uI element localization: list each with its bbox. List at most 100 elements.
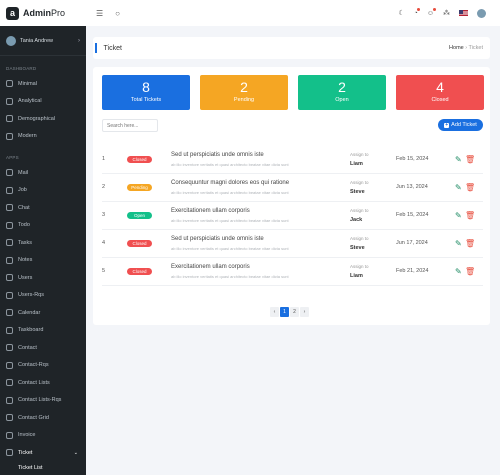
table-row[interactable]: 2 Pending Consequuntur magni dolores eos q…: [102, 174, 483, 202]
assignee-name: Liam: [350, 161, 363, 167]
table-row[interactable]: 5 Closed Exercitationem ullam corporis ab i…: [102, 258, 483, 286]
ticket-date: Feb 15, 2024: [396, 156, 429, 162]
edit-icon[interactable]: ✎: [455, 183, 462, 192]
status-badge: Pending: [127, 184, 152, 191]
sidebar-item-analytical[interactable]: Analytical: [0, 93, 86, 111]
nav-item-icon: [6, 414, 13, 422]
sidebar-item-users[interactable]: Users: [0, 269, 86, 287]
assignee-name: Liam: [350, 273, 363, 279]
sidebar-item-label: Job: [18, 187, 27, 194]
sidebar-item-minimal[interactable]: Minimal: [0, 75, 86, 93]
topbar-avatar[interactable]: [477, 8, 486, 18]
edit-icon[interactable]: ✎: [455, 211, 462, 220]
nav-item-icon: [6, 344, 13, 352]
ticket-description: ab illo inventore veritatis et quasi arc…: [171, 274, 289, 279]
sidebar-item-notes[interactable]: Notes: [0, 252, 86, 270]
message-icon[interactable]: ☺: [427, 7, 436, 17]
stat-open[interactable]: 2 Open: [298, 75, 386, 110]
pagination-prev[interactable]: ‹: [270, 307, 279, 317]
assign-label: Assign to: [350, 264, 369, 269]
notification-icon[interactable]: ◔: [414, 7, 420, 17]
sidebar-item-taskboard[interactable]: Taskboard: [0, 322, 86, 340]
ticket-subject: Exercitationem ullam corporis: [171, 264, 250, 270]
avatar: [6, 35, 16, 46]
sidebar-item-contact-rqs[interactable]: Contact-Rqs: [0, 357, 86, 375]
sidebar-item-chat[interactable]: Chat: [0, 199, 86, 217]
sidebar: a AdminPro Tania Andrew › DASHBOARD Mini…: [0, 0, 86, 475]
nav-item-icon: [6, 256, 13, 264]
nav-item-icon: [6, 97, 13, 105]
pagination-next[interactable]: ›: [300, 307, 309, 317]
sidebar-item-calendar[interactable]: Calendar: [0, 304, 86, 322]
delete-icon[interactable]: 🗑: [465, 155, 475, 164]
sidebar-item-label: Contact Grid: [18, 414, 49, 421]
moon-icon[interactable]: ☾: [398, 9, 404, 17]
ticket-date: Jun 17, 2024: [396, 240, 428, 246]
sidebar-item-users-rqs[interactable]: Users-Rqs: [0, 287, 86, 305]
delete-icon[interactable]: 🗑: [465, 183, 475, 192]
stat-label: Pending: [233, 97, 255, 103]
page-title: Ticket: [103, 44, 122, 52]
sidebar-item-contact[interactable]: Contact: [0, 339, 86, 357]
search-icon[interactable]: ○: [115, 9, 120, 18]
sidebar-subitem-ticket-list[interactable]: Ticket List: [0, 462, 86, 474]
user-profile[interactable]: Tania Andrew ›: [0, 26, 86, 56]
sidebar-item-contact-grid[interactable]: Contact Grid: [0, 409, 86, 427]
sidebar-item-mail[interactable]: Mail: [0, 164, 86, 182]
breadcrumb-separator: ›: [465, 45, 468, 51]
ticket-date: Feb 15, 2024: [396, 212, 429, 218]
status-badge: Closed: [127, 156, 152, 163]
sidebar-item-ticket[interactable]: Ticket ⌄: [0, 444, 86, 462]
brand[interactable]: a AdminPro: [0, 0, 86, 26]
apps-grid-icon[interactable]: ⁂: [443, 9, 450, 17]
delete-icon[interactable]: 🗑: [465, 239, 475, 248]
ticket-id: 4: [102, 240, 106, 246]
sidebar-item-tasks[interactable]: Tasks: [0, 234, 86, 252]
edit-icon[interactable]: ✎: [455, 155, 462, 164]
sidebar-item-label: Users: [18, 274, 33, 281]
sidebar-item-demographical[interactable]: Demographical: [0, 110, 86, 128]
brand-name: AdminPro: [23, 8, 66, 18]
table-row[interactable]: 4 Closed Sed ut perspiciatis unde omnis is…: [102, 230, 483, 258]
nav-item-icon: [6, 115, 13, 123]
sidebar-item-label: Demographical: [18, 115, 55, 122]
stat-pending[interactable]: 2 Pending: [200, 75, 288, 110]
edit-icon[interactable]: ✎: [455, 267, 462, 276]
sidebar-item-job[interactable]: Job: [0, 182, 86, 200]
status-badge: Closed: [127, 268, 152, 275]
stat-label: Closed: [431, 97, 449, 103]
ticket-subject: Exercitationem ullam corporis: [171, 208, 250, 214]
chevron-down-icon: ⌄: [73, 449, 78, 456]
sidebar-item-label: Mail: [18, 169, 29, 176]
table-row[interactable]: 3 Open Exercitationem ullam corporis ab ill…: [102, 202, 483, 230]
breadcrumb-current: Ticket: [468, 45, 483, 51]
stat-label: Open: [335, 97, 349, 103]
sidebar-item-contact-lists[interactable]: Contact Lists: [0, 374, 86, 392]
sidebar-item-label: Contact Lists-Rqs: [18, 397, 62, 404]
add-ticket-button[interactable]: + Add Ticket: [438, 119, 483, 131]
search-input[interactable]: [102, 119, 158, 132]
ticket-subject: Sed ut perspiciatis unde omnis iste: [171, 236, 264, 242]
delete-icon[interactable]: 🗑: [465, 267, 475, 276]
stat-total-tickets[interactable]: 8 Total Tickets: [102, 75, 190, 110]
sidebar-item-invoice[interactable]: Invoice: [0, 427, 86, 445]
breadcrumb-home[interactable]: Home: [449, 45, 464, 51]
edit-icon[interactable]: ✎: [455, 239, 462, 248]
nav-item-icon: [6, 204, 13, 212]
ticket-date: Feb 21, 2024: [396, 268, 429, 274]
sidebar-item-todo[interactable]: Todo: [0, 217, 86, 235]
pagination-page[interactable]: 1: [280, 307, 289, 317]
assignee-name: Steve: [350, 189, 365, 195]
pagination-page[interactable]: 2: [290, 307, 299, 317]
menu-icon[interactable]: ☰: [96, 9, 103, 18]
us-flag-icon[interactable]: [459, 10, 468, 16]
nav-item-icon: [6, 431, 13, 439]
sidebar-item-modern[interactable]: Modern: [0, 128, 86, 146]
table-row[interactable]: 1 Closed Sed ut perspiciatis unde omnis is…: [102, 146, 483, 174]
sidebar-item-contact-lists-rqs[interactable]: Contact Lists-Rqs: [0, 392, 86, 410]
plus-icon: +: [444, 121, 450, 128]
stat-value: 8: [142, 79, 150, 95]
ticket-id: 5: [102, 268, 106, 274]
stat-closed[interactable]: 4 Closed: [396, 75, 484, 110]
delete-icon[interactable]: 🗑: [465, 211, 475, 220]
